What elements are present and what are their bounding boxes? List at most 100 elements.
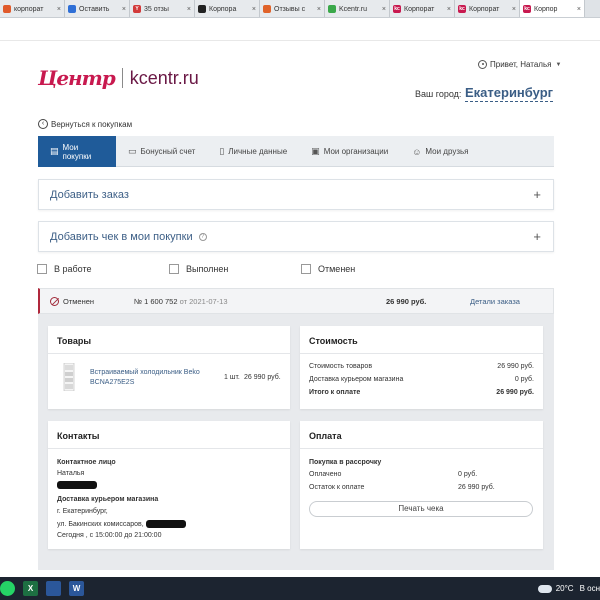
weather-icon bbox=[535, 581, 552, 593]
order-details-panel: Товары Встраиваемый холодильник Beko BCN… bbox=[38, 314, 554, 570]
order-details-link[interactable]: Детали заказа bbox=[470, 297, 520, 306]
plus-icon[interactable]: + bbox=[533, 187, 541, 202]
filter-label: В работе bbox=[54, 264, 92, 274]
tab-label: Корпорат bbox=[469, 5, 500, 13]
nav-item-label: Мои покупки bbox=[62, 142, 92, 161]
delivery-method-label: Доставка курьером магазина bbox=[57, 496, 159, 503]
tab-favicon-icon: kc bbox=[458, 5, 466, 13]
tab-label: Kcentr.ru bbox=[339, 5, 368, 13]
tab-favicon-icon bbox=[68, 5, 76, 13]
cancelled-icon bbox=[50, 297, 59, 306]
nav-item-label: Бонусный счет bbox=[140, 147, 196, 156]
tab-close-icon[interactable]: × bbox=[57, 6, 61, 13]
tab-favicon-icon bbox=[328, 5, 336, 13]
delivery-time: Сегодня , с 15:00:00 до 21:00:00 bbox=[57, 532, 162, 539]
filter-label: Выполнен bbox=[186, 264, 229, 274]
tab-close-icon[interactable]: × bbox=[317, 6, 321, 13]
add-receipt-label: Добавить чек в мои покупки bbox=[50, 230, 193, 243]
plus-icon[interactable]: + bbox=[533, 229, 541, 244]
order-date: 2021-07-13 bbox=[189, 296, 228, 306]
tab-briefcase[interactable]: ▣ Мои организации bbox=[299, 136, 400, 167]
greeting-text: Привет, Наталья bbox=[490, 60, 552, 69]
tab-close-icon[interactable]: × bbox=[447, 6, 451, 13]
tab-label: Оставить bbox=[79, 5, 110, 13]
contacts-card: Контакты Контактное лицо Наталья Доставк… bbox=[48, 421, 290, 549]
add-order-accordion[interactable]: Добавить заказ + bbox=[38, 179, 554, 210]
logo-separator bbox=[121, 68, 123, 88]
browser-tab[interactable]: Y 35 отзы × bbox=[130, 0, 195, 17]
cost-row-value: 26 990 руб. bbox=[497, 363, 534, 370]
tab-close-icon[interactable]: × bbox=[252, 6, 256, 13]
checkbox[interactable] bbox=[169, 264, 179, 274]
bonus-card-icon: ▭ bbox=[128, 146, 137, 156]
tab-close-icon[interactable]: × bbox=[512, 6, 516, 13]
tab-label: Корпорат bbox=[404, 5, 435, 13]
city-label: Ваш город: bbox=[415, 89, 462, 99]
filter-cancelled[interactable]: Отменен bbox=[301, 264, 355, 274]
browser-tab[interactable]: Отзывы с × bbox=[260, 0, 325, 17]
cost-card: Стоимость Стоимость товаров 26 990 руб. … bbox=[300, 326, 543, 409]
contacts-title: Контакты bbox=[48, 421, 290, 449]
word-icon[interactable]: W bbox=[69, 581, 84, 596]
product-name-line2[interactable]: BCNA275E2S bbox=[90, 379, 134, 386]
order-number-group: № 1 600 752 от 2021-07-13 bbox=[134, 297, 228, 306]
payment-card: Оплата Покупка в рассрочку Оплачено 0 ру… bbox=[300, 421, 543, 549]
contact-person-label: Контактное лицо bbox=[57, 459, 116, 466]
tab-close-icon[interactable]: × bbox=[577, 6, 581, 13]
system-tray[interactable]: 20°C В осн bbox=[535, 577, 600, 600]
tab-bonus-card[interactable]: ▭ Бонусный счет bbox=[116, 136, 207, 167]
tab-label: 35 отзы bbox=[144, 5, 169, 13]
tab-label: Корпора bbox=[209, 5, 237, 13]
tab-document[interactable]: ▯ Личные данные bbox=[207, 136, 299, 167]
tab-cart[interactable]: ▤ Мои покупки bbox=[38, 136, 116, 167]
add-receipt-accordion[interactable]: Добавить чек в мои покупки ? + bbox=[38, 221, 554, 252]
back-to-shopping-link[interactable]: ‹ Вернуться к покупкам bbox=[38, 119, 132, 129]
contact-phone-redacted bbox=[57, 481, 97, 489]
tab-favicon-icon: kc bbox=[523, 5, 531, 13]
window-icon[interactable] bbox=[46, 581, 61, 596]
tab-favicon-icon: Y bbox=[133, 5, 141, 13]
tab-label: Отзывы с bbox=[274, 5, 306, 13]
browser-tab-bar: корпорат × Оставить × Y 35 отзы × Корпора × Отзыв… bbox=[0, 0, 600, 18]
cost-row-label: Доставка курьером магазина bbox=[309, 376, 404, 383]
filter-completed[interactable]: Выполнен bbox=[169, 264, 228, 274]
info-icon[interactable]: ? bbox=[198, 232, 207, 241]
print-receipt-button[interactable]: Печать чека bbox=[309, 501, 533, 517]
cost-total-value: 26 990 руб. bbox=[496, 389, 534, 396]
browser-tab[interactable]: kc Корпорат × bbox=[390, 0, 455, 17]
browser-tab[interactable]: kc Корпорат × bbox=[455, 0, 520, 17]
add-order-label: Добавить заказ bbox=[50, 188, 129, 201]
tab-close-icon[interactable]: × bbox=[187, 6, 191, 13]
city-selector[interactable]: Екатеринбург bbox=[465, 85, 554, 102]
excel-icon[interactable]: X bbox=[23, 581, 38, 596]
checkbox[interactable] bbox=[37, 264, 47, 274]
nav-item-label: Мои друзья bbox=[425, 147, 469, 156]
tab-close-icon[interactable]: × bbox=[122, 6, 126, 13]
cost-total-label: Итого к оплате bbox=[309, 389, 361, 396]
browser-tab[interactable]: Корпора × bbox=[195, 0, 260, 17]
browser-tab[interactable]: Kcentr.ru × bbox=[325, 0, 390, 17]
tab-favicon-icon: kc bbox=[393, 5, 401, 13]
logo-script-text: Центр bbox=[38, 66, 116, 90]
cost-row-label: Стоимость товаров bbox=[309, 363, 373, 370]
tab-close-icon[interactable]: × bbox=[382, 6, 386, 13]
browser-tab[interactable]: корпорат × bbox=[0, 0, 65, 17]
filter-in-progress[interactable]: В работе bbox=[37, 264, 92, 274]
remaining-value: 26 990 руб. bbox=[458, 484, 495, 491]
friends-icon: ☺ bbox=[412, 146, 422, 157]
site-logo[interactable]: Центр kcentr.ru bbox=[38, 66, 199, 90]
user-menu[interactable]: Привет, Наталья ▼ bbox=[478, 60, 561, 69]
order-date-prefix: от bbox=[179, 296, 188, 306]
browser-tab[interactable]: Оставить × bbox=[65, 0, 130, 17]
checkbox[interactable] bbox=[301, 264, 311, 274]
product-name-line1[interactable]: Встраиваемый холодильник Beko bbox=[90, 369, 200, 376]
products-card: Товары Встраиваемый холодильник Beko BCN… bbox=[48, 326, 290, 409]
logo-domain-text: kcentr.ru bbox=[129, 67, 199, 88]
browser-tab[interactable]: kc Корпор × bbox=[520, 0, 585, 17]
order-row[interactable]: Отменен № 1 600 752 от 2021-07-13 26 990… bbox=[38, 288, 554, 314]
remaining-label: Остаток к оплате bbox=[309, 484, 365, 491]
whatsapp-icon[interactable] bbox=[0, 581, 15, 596]
product-quantity: 1 шт. bbox=[224, 374, 240, 381]
tab-friends[interactable]: ☺ Мои друзья bbox=[400, 136, 480, 167]
nav-item-label: Мои организации bbox=[323, 147, 389, 156]
